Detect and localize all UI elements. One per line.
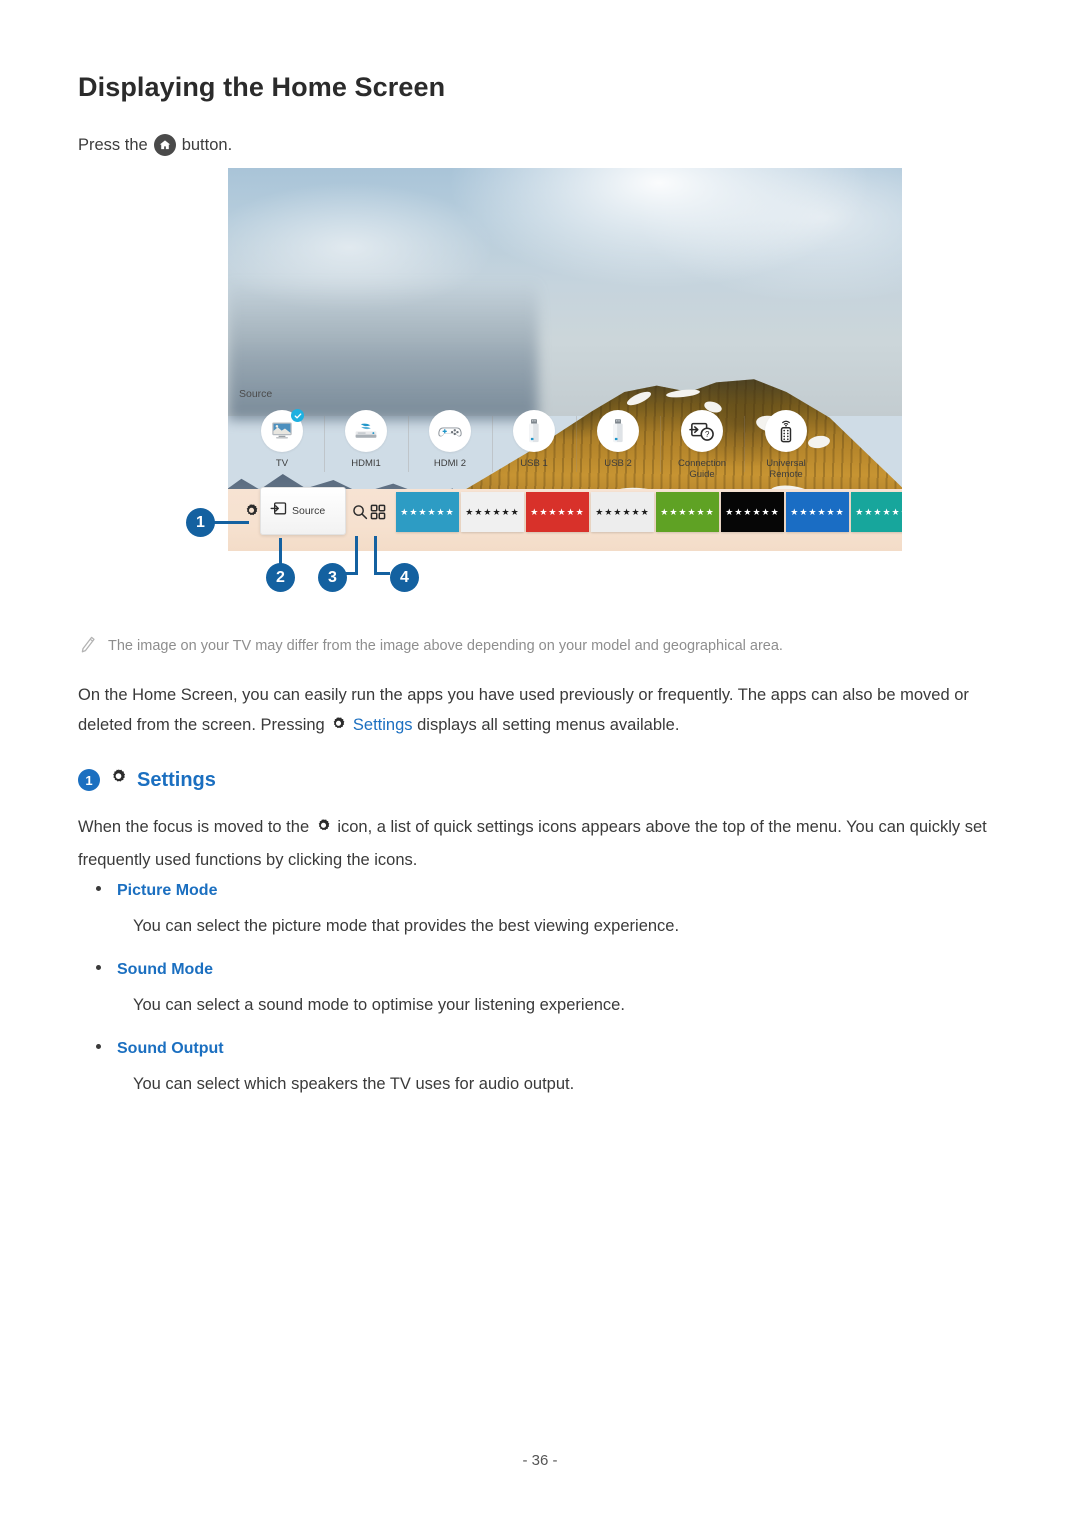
callout-badge-3: 3 <box>318 563 347 592</box>
callout-badge-2: 2 <box>266 563 295 592</box>
source-section-label: Source <box>239 388 273 400</box>
universal-remote-icon <box>765 410 807 452</box>
search-icon[interactable] <box>352 504 368 525</box>
list-item-heading: Picture Mode <box>96 882 996 900</box>
bullet-dot-icon <box>96 1044 101 1049</box>
settings-desc-part1: When the focus is moved to the <box>78 818 310 836</box>
body-paragraph: On the Home Screen, you can easily run t… <box>78 680 1008 743</box>
gear-icon <box>315 819 337 839</box>
callout-badge-4: 4 <box>390 563 419 592</box>
source-label-universal-remote: Universal Remote <box>766 458 806 480</box>
press-suffix-text: button. <box>181 135 233 154</box>
section-badge-1: 1 <box>78 769 100 791</box>
list-item: Sound Output You can select which speake… <box>96 1040 996 1097</box>
app-tile[interactable]: ★★★★★★ <box>851 492 902 532</box>
list-item: Sound Mode You can select a sound mode t… <box>96 961 996 1018</box>
usb-drive-icon <box>513 410 555 452</box>
source-label-hdmi1: HDMI1 <box>351 458 381 469</box>
source-item-tv[interactable]: TV <box>240 409 324 480</box>
app-tile[interactable]: ★★★★★★ <box>721 492 784 532</box>
settings-link[interactable]: Settings <box>353 716 413 734</box>
connection-guide-icon: ? <box>681 410 723 452</box>
app-tile[interactable]: ★★★★★★ <box>526 492 589 532</box>
source-label-usb2: USB 2 <box>604 458 632 469</box>
manual-page: Displaying the Home Screen Press the but… <box>0 0 1080 1527</box>
app-tiles-row: ★★★★★★ ★★★★★★ ★★★★★★ ★★★★★★ ★★★★★★ ★★★★★… <box>396 492 902 532</box>
app-tile[interactable]: ★★★★★★ <box>461 492 524 532</box>
callout-leader-3-vertical <box>355 536 358 575</box>
page-number: - 36 - <box>522 1452 558 1469</box>
gear-icon <box>109 768 128 792</box>
bluray-player-icon <box>345 410 387 452</box>
source-item-usb1[interactable]: USB 1 <box>492 410 576 480</box>
settings-section-paragraph: When the focus is moved to the icon, a l… <box>78 812 1008 875</box>
app-tile[interactable]: ★★★★★★ <box>786 492 849 532</box>
source-label-tv: TV <box>275 458 289 469</box>
callout-leader-1 <box>213 521 249 524</box>
settings-section-title: Settings <box>137 768 216 791</box>
press-home-instruction: Press the button. <box>78 134 232 156</box>
source-arrow-icon <box>270 501 287 521</box>
gear-icon <box>330 717 352 737</box>
game-controller-icon <box>429 410 471 452</box>
source-button[interactable]: Source <box>260 487 346 535</box>
list-item-label[interactable]: Sound Mode <box>117 961 213 979</box>
source-item-hdmi1[interactable]: HDMI1 <box>324 410 408 480</box>
app-tile[interactable]: ★★★★★★ <box>656 492 719 532</box>
press-prefix-text: Press the <box>78 135 148 154</box>
bullet-dot-icon <box>96 886 101 891</box>
list-item-description: You can select a sound mode to optimise … <box>133 996 625 1014</box>
list-item-heading: Sound Mode <box>96 961 996 979</box>
source-label-connection-guide: Connection Guide <box>677 458 727 480</box>
callout-leader-4-vertical <box>374 536 377 575</box>
list-item-description: You can select the picture mode that pro… <box>133 917 680 935</box>
source-list: TV HDMI1 HDMI 2 USB 1 USB 2 ? Connection… <box>240 409 888 480</box>
pencil-icon <box>80 636 96 659</box>
source-label-hdmi2: HDMI 2 <box>433 458 467 469</box>
bullet-dot-icon <box>96 965 101 970</box>
body-text-part2: displays all setting menus available. <box>417 716 680 734</box>
usb-drive-icon <box>597 410 639 452</box>
note-row: The image on your TV may differ from the… <box>80 636 783 659</box>
source-item-hdmi2[interactable]: HDMI 2 <box>408 410 492 480</box>
list-item-label[interactable]: Sound Output <box>117 1040 224 1058</box>
source-item-universal-remote[interactable]: Universal Remote <box>744 410 828 480</box>
source-label-usb1: USB 1 <box>520 458 548 469</box>
check-badge-icon <box>291 409 304 422</box>
tv-home-screen-screenshot: Source TV HDMI1 HDMI 2 USB 1 USB 2 ? Con… <box>228 168 902 551</box>
app-tile[interactable]: ★★★★★★ <box>396 492 459 532</box>
callout-leader-3-horizontal <box>345 572 358 575</box>
page-title: Displaying the Home Screen <box>78 72 446 102</box>
settings-section-heading: 1 Settings <box>78 768 216 792</box>
tv-icon <box>261 409 304 452</box>
list-item: Picture Mode You can select the picture … <box>96 882 996 939</box>
list-item-label[interactable]: Picture Mode <box>117 882 217 900</box>
callout-badge-1: 1 <box>186 508 215 537</box>
app-tile[interactable]: ★★★★★★ <box>591 492 654 532</box>
home-icon <box>153 134 176 156</box>
settings-items-list: Picture Mode You can select the picture … <box>96 882 996 1119</box>
apps-grid-icon[interactable] <box>370 504 386 525</box>
svg-text:?: ? <box>705 430 710 439</box>
cloud-shadow <box>228 280 539 420</box>
callout-leader-4-horizontal <box>374 572 390 575</box>
source-item-usb2[interactable]: USB 2 <box>576 410 660 480</box>
tv-menu-bar: Source ★★★★★★ ★★★★★★ ★★★★★★ ★★★★★★ ★★★★★… <box>228 487 902 551</box>
source-item-connection-guide[interactable]: ? Connection Guide <box>660 410 744 480</box>
list-item-heading: Sound Output <box>96 1040 996 1058</box>
list-item-description: You can select which speakers the TV use… <box>133 1075 575 1093</box>
note-text: The image on your TV may differ from the… <box>108 638 783 654</box>
source-button-label: Source <box>292 505 326 517</box>
